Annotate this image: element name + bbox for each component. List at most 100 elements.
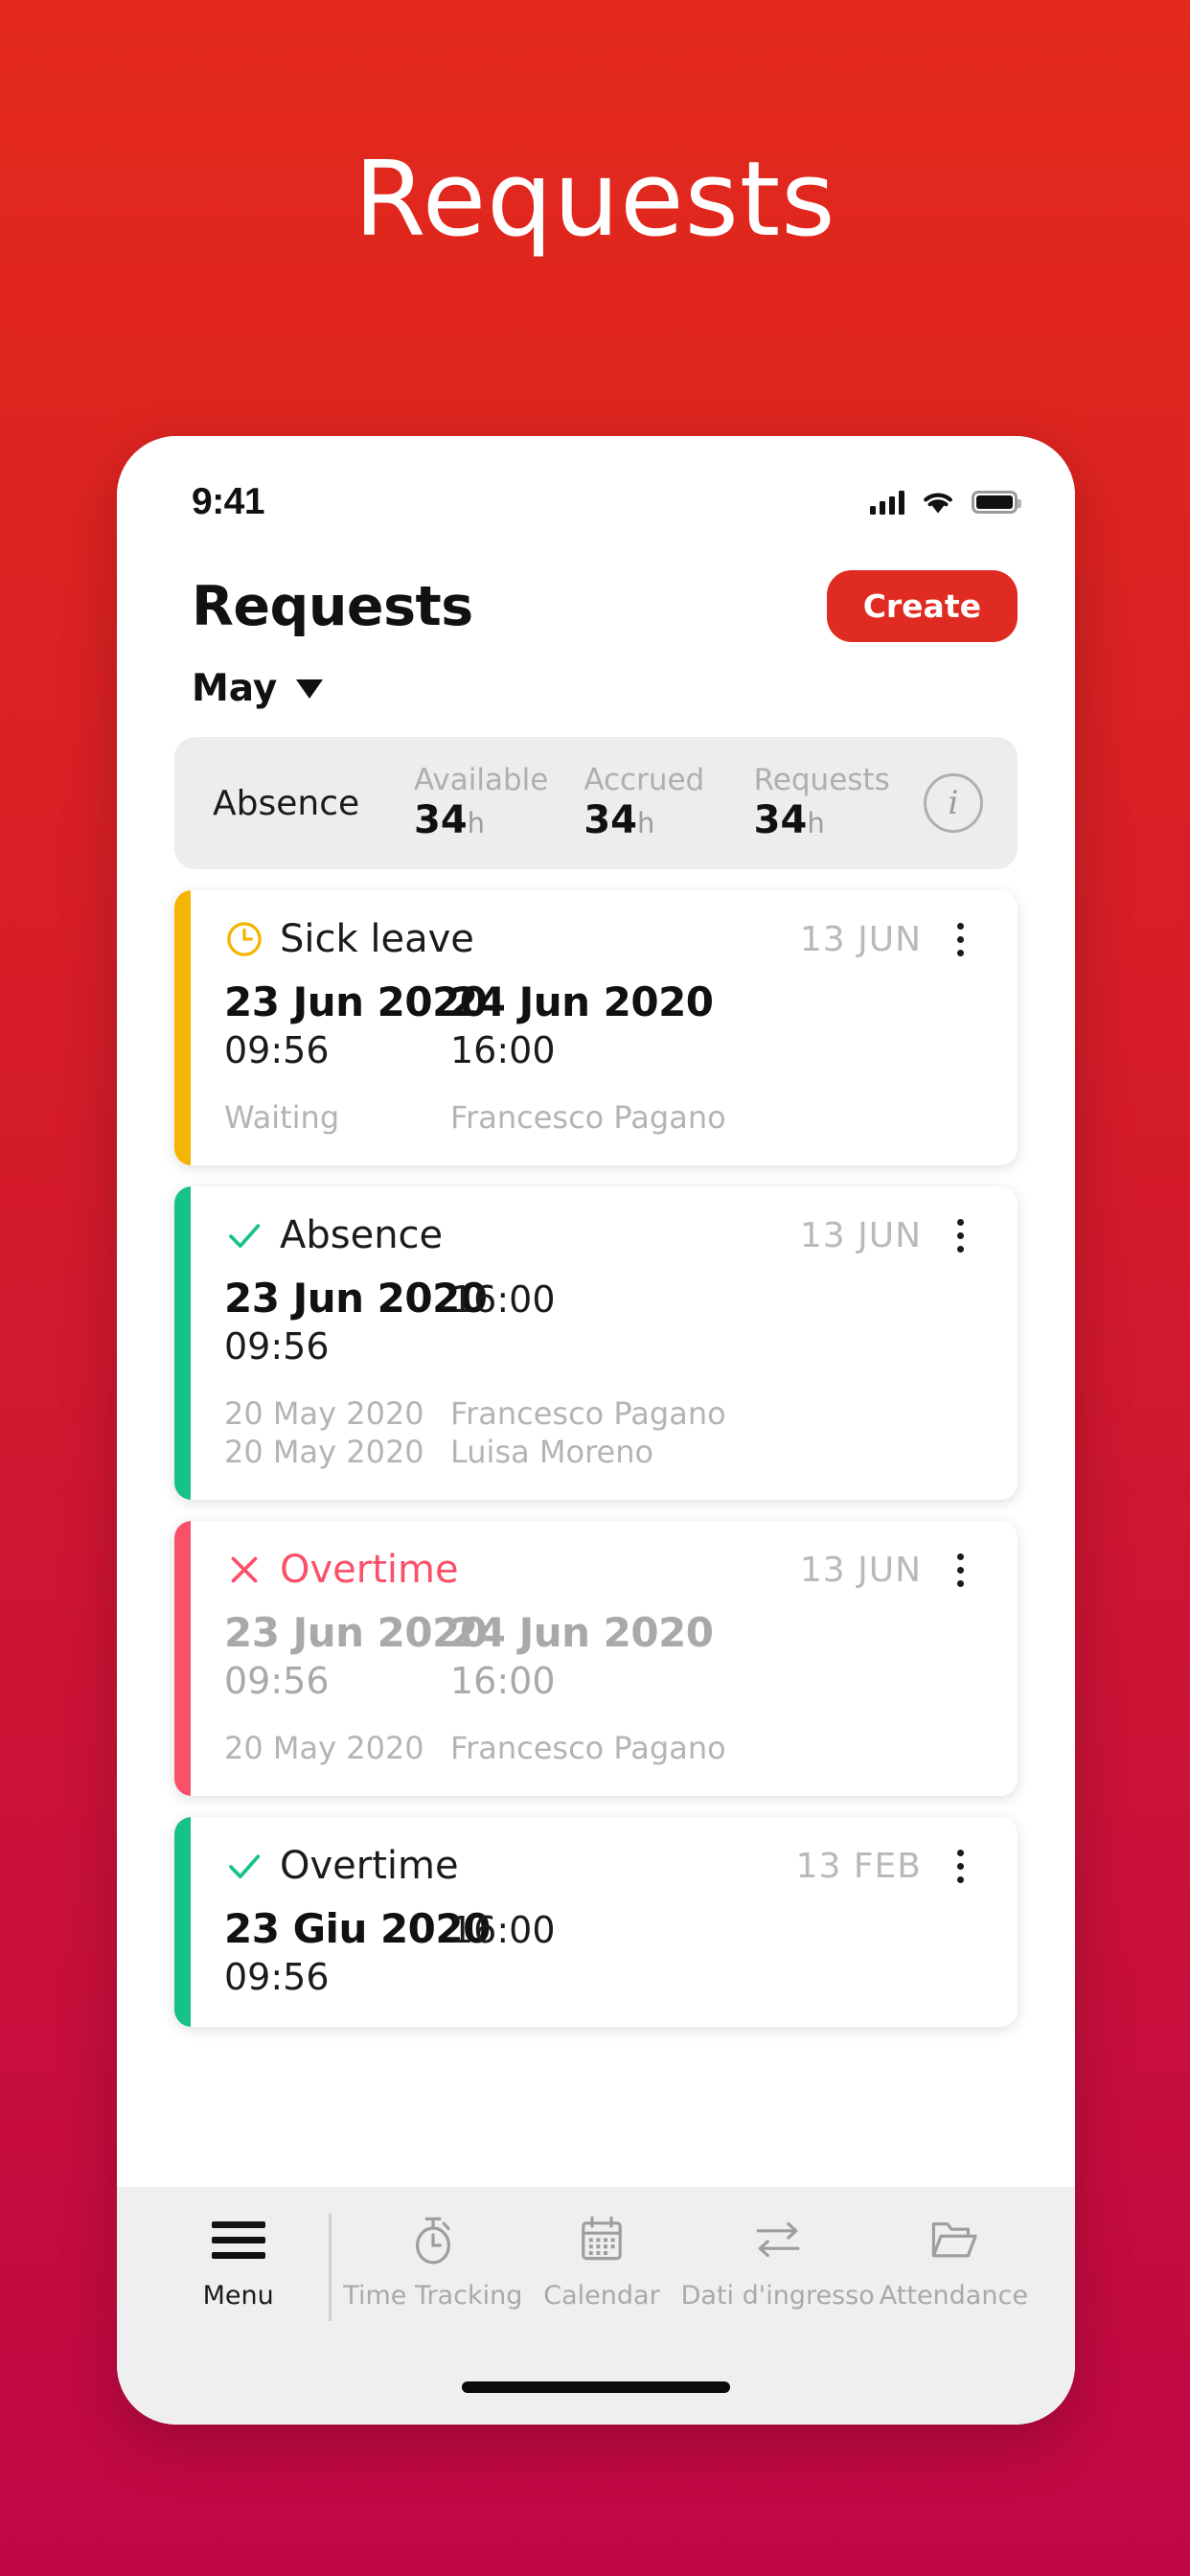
chevron-down-icon bbox=[296, 678, 324, 699]
summary-label: Requests bbox=[753, 763, 890, 798]
status-bar-accent bbox=[174, 890, 191, 1165]
start-time: 09:56 bbox=[224, 1029, 330, 1071]
month-label: May bbox=[192, 667, 278, 710]
request-type: Absence bbox=[280, 1213, 444, 1257]
footer-left: 20 May 2020 bbox=[224, 1730, 424, 1766]
transfer-arrows-icon bbox=[751, 2212, 805, 2267]
check-icon bbox=[229, 1854, 261, 1879]
battery-icon bbox=[972, 491, 1021, 514]
start-date: 23 Jun 2020 bbox=[224, 978, 488, 1025]
request-card[interactable]: Sick leave 13 JUN 23 Jun 2020 09:56 24 J… bbox=[174, 890, 1018, 1165]
summary-column-available: Available 34h bbox=[414, 764, 584, 842]
footer-row: Waiting Francesco Pagano bbox=[224, 1098, 985, 1137]
request-end: 16:00 bbox=[450, 1275, 676, 1368]
create-button[interactable]: Create bbox=[826, 570, 1018, 642]
request-end: 24 Jun 2020 16:00 bbox=[450, 1609, 714, 1702]
request-type: Sick leave bbox=[280, 917, 474, 961]
request-footer: 20 May 2020 Francesco Pagano bbox=[224, 1729, 985, 1767]
request-footer: 20 May 2020 Francesco Pagano 20 May 2020… bbox=[224, 1394, 985, 1471]
info-icon[interactable]: i bbox=[923, 773, 983, 833]
more-options-icon[interactable] bbox=[935, 922, 985, 956]
calendar-icon bbox=[577, 2212, 627, 2267]
phone-mockup: 9:41 Requests Create May Absence Availab… bbox=[117, 436, 1075, 2425]
request-card[interactable]: Absence 13 JUN 23 Jun 2020 09:56 16:00 2… bbox=[174, 1186, 1018, 1500]
end-time: 16:00 bbox=[450, 1909, 556, 1951]
absence-summary-bar: Absence Available 34h Accrued 34h Reques… bbox=[174, 737, 1018, 869]
start-date: 23 Giu 2020 bbox=[224, 1905, 491, 1952]
status-bar: 9:41 bbox=[117, 436, 1075, 541]
footer-left: 20 May 2020 bbox=[224, 1434, 424, 1470]
footer-right: Francesco Pagano bbox=[450, 1395, 726, 1432]
end-time: 16:00 bbox=[450, 1278, 556, 1321]
start-time: 09:56 bbox=[224, 1956, 330, 1998]
status-bar-accent bbox=[174, 1521, 191, 1796]
request-footer: Waiting Francesco Pagano bbox=[224, 1098, 985, 1137]
home-indicator[interactable] bbox=[117, 2350, 1075, 2425]
request-date-tag: 13 JUN bbox=[799, 1550, 922, 1590]
tab-dati-ingresso[interactable]: Dati d'ingresso bbox=[681, 2212, 875, 2311]
footer-right: Francesco Pagano bbox=[450, 1730, 726, 1766]
signal-bars-icon bbox=[870, 490, 904, 515]
more-options-icon[interactable] bbox=[935, 1552, 985, 1587]
start-time: 09:56 bbox=[224, 1325, 330, 1368]
clock-icon bbox=[227, 922, 262, 956]
page-title: Requests bbox=[354, 140, 836, 260]
status-bar-icons bbox=[870, 490, 1021, 515]
start-time: 09:56 bbox=[224, 1660, 330, 1702]
tab-label: Dati d'ingresso bbox=[680, 2281, 875, 2311]
tab-calendar[interactable]: Calendar bbox=[522, 2212, 680, 2311]
app-screen: Requests Create May Absence Available 34… bbox=[117, 541, 1075, 2187]
status-bar-accent bbox=[174, 1817, 191, 2027]
requests-list[interactable]: Sick leave 13 JUN 23 Jun 2020 09:56 24 J… bbox=[117, 869, 1075, 2187]
close-x-icon bbox=[231, 1556, 258, 1583]
hamburger-menu-icon bbox=[211, 2212, 265, 2267]
end-date: 24 Jun 2020 bbox=[450, 1609, 714, 1656]
request-end: 24 Jun 2020 16:00 bbox=[450, 978, 714, 1071]
start-date: 23 Jun 2020 bbox=[224, 1609, 488, 1656]
more-options-icon[interactable] bbox=[935, 1849, 985, 1883]
end-date: 24 Jun 2020 bbox=[450, 978, 714, 1025]
check-icon bbox=[229, 1224, 261, 1249]
tab-menu[interactable]: Menu bbox=[159, 2212, 317, 2311]
request-start: 23 Jun 2020 09:56 bbox=[224, 1275, 488, 1368]
request-date-tag: 13 JUN bbox=[799, 1215, 922, 1255]
tab-label: Calendar bbox=[543, 2281, 660, 2311]
request-card[interactable]: Overtime 13 FEB 23 Giu 2020 09:56 16:00 bbox=[174, 1817, 1018, 2027]
end-time: 16:00 bbox=[450, 1660, 556, 1702]
summary-value: 34h bbox=[414, 797, 486, 842]
request-date-tag: 13 JUN bbox=[799, 919, 922, 959]
request-card[interactable]: Overtime 13 JUN 23 Jun 2020 09:56 24 Jun… bbox=[174, 1521, 1018, 1796]
request-type: Overtime bbox=[280, 1844, 459, 1888]
request-end: 16:00 bbox=[450, 1905, 676, 1998]
request-date-tag: 13 FEB bbox=[795, 1846, 922, 1886]
more-options-icon[interactable] bbox=[935, 1218, 985, 1253]
open-folder-icon bbox=[927, 2212, 979, 2267]
summary-title: Absence bbox=[213, 783, 360, 823]
bottom-navigation[interactable]: Menu Time Tracking Calendar Dati d'ingre… bbox=[117, 2187, 1075, 2350]
status-bar-accent bbox=[174, 1186, 191, 1500]
summary-label: Available bbox=[414, 763, 549, 798]
tab-divider bbox=[329, 2214, 332, 2321]
summary-value: 34h bbox=[584, 797, 655, 842]
tab-label: Time Tracking bbox=[343, 2281, 523, 2311]
request-start: 23 Jun 2020 09:56 bbox=[224, 978, 488, 1071]
tab-label: Attendance bbox=[879, 2281, 1028, 2311]
status-bar-time: 9:41 bbox=[192, 481, 265, 522]
footer-row: 20 May 2020 Francesco Pagano bbox=[224, 1394, 985, 1433]
screen-title: Requests bbox=[192, 574, 473, 638]
month-selector[interactable]: May bbox=[117, 642, 1075, 710]
request-start: 23 Jun 2020 09:56 bbox=[224, 1609, 488, 1702]
summary-column-accrued: Accrued 34h bbox=[584, 764, 753, 842]
footer-row: 20 May 2020 Luisa Moreno bbox=[224, 1433, 985, 1471]
footer-right: Luisa Moreno bbox=[450, 1434, 654, 1470]
request-type: Overtime bbox=[280, 1548, 459, 1592]
start-date: 23 Jun 2020 bbox=[224, 1275, 488, 1322]
footer-left: 20 May 2020 bbox=[224, 1395, 424, 1432]
end-time: 16:00 bbox=[450, 1029, 556, 1071]
summary-value: 34h bbox=[753, 797, 825, 842]
footer-right: Francesco Pagano bbox=[450, 1099, 726, 1136]
stopwatch-icon bbox=[408, 2212, 458, 2267]
tab-attendance[interactable]: Attendance bbox=[875, 2212, 1033, 2311]
footer-left: Waiting bbox=[224, 1099, 340, 1136]
tab-time-tracking[interactable]: Time Tracking bbox=[343, 2212, 522, 2311]
